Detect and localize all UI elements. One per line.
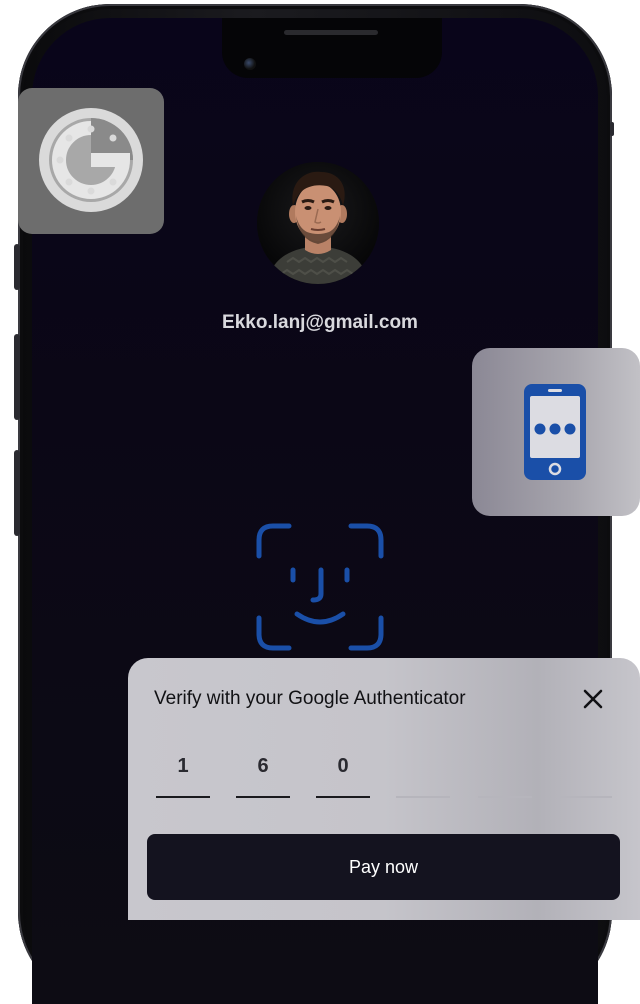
account-email: Ekko.lanj@gmail.com (222, 312, 418, 333)
smartphone-card (472, 348, 640, 516)
close-icon[interactable] (580, 686, 606, 712)
side-button (14, 334, 20, 420)
front-camera (244, 58, 256, 70)
pay-now-button[interactable]: Pay now (147, 834, 620, 900)
otp-digit-4[interactable] (396, 742, 450, 798)
speaker (284, 30, 378, 35)
google-authenticator-card (18, 88, 164, 234)
face-id-icon[interactable] (255, 522, 385, 652)
side-button (610, 122, 614, 136)
otp-digit-1[interactable]: 1 (156, 742, 210, 798)
otp-digit-3[interactable]: 0 (316, 742, 370, 798)
otp-digit-6[interactable] (558, 742, 612, 798)
google-authenticator-icon (39, 108, 143, 212)
notch (222, 18, 442, 78)
otp-digit-2[interactable]: 6 (236, 742, 290, 798)
sheet-title: Verify with your Google Authenticator (154, 688, 466, 709)
side-button (14, 450, 20, 536)
smartphone-icon (524, 384, 586, 480)
avatar (257, 162, 379, 284)
otp-digit-5[interactable] (478, 742, 532, 798)
verify-sheet: Verify with your Google Authenticator 1 … (128, 658, 640, 920)
side-button (14, 244, 20, 290)
